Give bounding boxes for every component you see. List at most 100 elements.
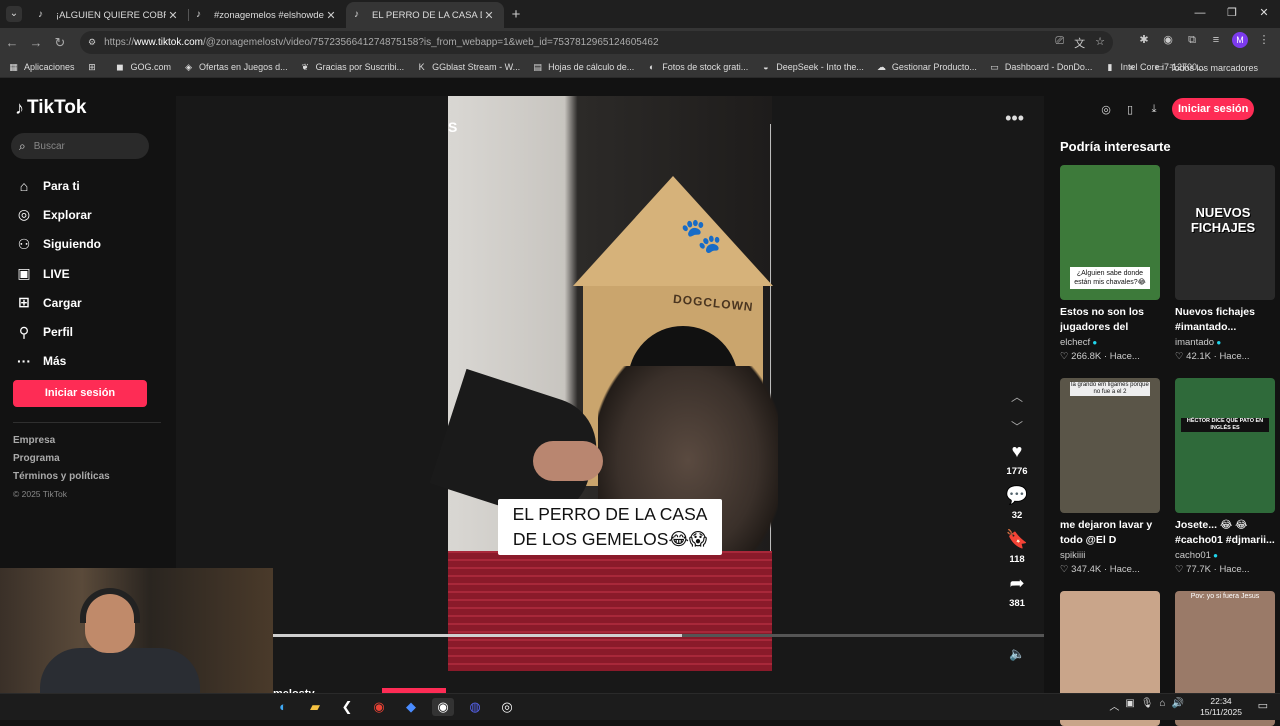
search-input[interactable]: ⌕ Buscar [11,133,149,159]
video-player[interactable]: 🐾 DOGCLOWN S EL PERRO DE LA CASA DE LOS … [176,96,1044,700]
share-action[interactable]: ➦ 381 [1002,573,1032,617]
network-icon[interactable]: ⌂ [1160,698,1166,713]
speaker-icon[interactable]: 🔊 [1172,698,1184,713]
site-info-icon[interactable]: ⚙ [88,37,96,48]
suggestion-author-row[interactable]: elchecf ● [1060,337,1160,348]
restore-icon[interactable]: ❐ [1216,0,1248,26]
tray-app-icon[interactable]: ▣ [1125,698,1134,713]
discord-icon[interactable]: ◍ [464,698,486,716]
bookmark-item[interactable]: ❦ Gracias por Suscribi... [300,62,404,73]
more-bookmarks-icon[interactable]: » [1129,62,1134,73]
taskbar-clock[interactable]: 22:34 15/11/2025 [1200,696,1242,718]
next-video-icon[interactable]: ﹀ [1008,418,1026,435]
browser-menu-icon[interactable]: ⋮ [1256,32,1272,48]
tab-search-button[interactable]: ⌄ [6,6,22,22]
suggestion-card[interactable]: ¿Alguien sabe donde están mis chavales?😂… [1060,165,1160,362]
tiktok-logo[interactable]: ♪ TikTok [15,97,86,119]
install-app-icon[interactable]: ⎚ [1055,35,1064,51]
sidebar-item-explorar[interactable]: ◎ Explorar [15,200,101,229]
address-bar[interactable]: ⚙ https://www.tiktok.com/@zonagemelostv/… [80,31,1113,54]
extension-purple-icon[interactable]: ✱ [1136,32,1152,48]
bookmark-item[interactable]: ▦ Aplicaciones [8,62,74,73]
suggestion-title[interactable]: me dejaron lavar y todo @El D [1060,518,1160,548]
suggestion-author-row[interactable]: imantado ● [1175,337,1275,348]
video-frame[interactable]: 🐾 DOGCLOWN S EL PERRO DE LA CASA DE LOS … [429,96,778,671]
previous-video-icon[interactable]: ︿ [1008,388,1026,418]
footer-link-empresa[interactable]: Empresa [13,435,110,453]
heart-icon[interactable]: ♥ [1002,441,1032,463]
suggestion-title[interactable]: Nuevos fichajes #imantado... [1175,305,1275,335]
volume-icon[interactable]: 🔈 [1009,646,1025,662]
suggestion-thumbnail[interactable]: ¿Alguien sabe donde están mis chavales?😂 [1060,165,1160,300]
reload-icon[interactable]: ↻ [48,35,72,51]
chrome-profile-icon[interactable]: ◉ [432,698,454,716]
edge-icon[interactable]: ◐ [272,698,294,716]
footer-link-programa[interactable]: Programa [13,453,110,471]
bookmark-item[interactable]: ◐ Fotos de stock grati... [646,62,748,73]
bookmark-star-icon[interactable]: ☆ [1095,35,1105,51]
close-tab-icon[interactable]: ✕ [324,9,338,22]
suggestion-title[interactable]: Josete... 😂 😂 #cacho01 #djmarii... [1175,518,1275,548]
download-icon[interactable]: ⤓ [1148,103,1160,116]
media-control-icon[interactable]: ≡ [1208,32,1224,48]
heart-action[interactable]: ♥ 1776 [1002,441,1032,485]
suggestion-card[interactable]: NUEVOS FICHAJES Nuevos fichajes #imantado… [1175,165,1275,362]
comment-action[interactable]: 💬 32 [1002,485,1032,529]
sidebar-item-siguiendo[interactable]: ⚇ Siguiendo [15,230,101,259]
bookmark-action[interactable]: 🔖 118 [1002,529,1032,573]
suggestion-author-row[interactable]: cacho01 ● [1175,550,1275,561]
app-icon[interactable]: ❮ [336,698,358,716]
extensions-puzzle-icon[interactable]: ⧉ [1184,32,1200,48]
header-login-button[interactable]: Iniciar sesión [1172,98,1255,120]
suggestion-title[interactable]: Estos no son los jugadores del Elche... [1060,305,1160,335]
bookmark-item[interactable]: ◼ GOG.com [115,62,171,73]
close-window-icon[interactable]: ✕ [1248,0,1280,26]
microphone-icon[interactable]: 🎙 [1141,698,1154,713]
minimize-icon[interactable]: — [1184,0,1216,26]
extension-red-icon[interactable]: ◉ [1160,32,1176,48]
sidebar-item-más[interactable]: ··· Más [15,347,101,376]
suggestion-card[interactable]: HÉCTOR DICE QUE PATO EN INGLÉS ES Josete.… [1175,378,1275,575]
sidebar-item-live[interactable]: ▣ LIVE [15,259,101,288]
back-icon[interactable]: ← [0,35,24,50]
tray-chevron-icon[interactable]: ︿ [1109,698,1119,713]
suggestion-thumbnail[interactable]: HÉCTOR DICE QUE PATO EN INGLÉS ES [1175,378,1275,513]
profile-avatar[interactable]: M [1232,32,1248,48]
footer-link-terminos[interactable]: Términos y políticas [13,471,110,489]
translate-icon[interactable]: 文 [1074,35,1085,51]
notifications-icon[interactable]: ▭ [1258,699,1268,712]
browser-tab-3[interactable]: ♪ EL PERRO DE LA CASA DE I ✕ [346,2,504,28]
app-blue-icon[interactable]: ◆ [400,698,422,716]
file-explorer-icon[interactable]: ▰ [304,698,326,716]
bookmark-item[interactable]: ▤ Hojas de cálculo de... [532,62,634,73]
forward-icon[interactable]: → [24,35,48,50]
bookmark-item[interactable]: ◒ DeepSeek - Into the... [760,62,864,73]
sidebar-item-cargar[interactable]: ⊞ Cargar [15,288,101,317]
chrome-icon[interactable]: ◉ [368,698,390,716]
sidebar-item-para-ti[interactable]: ⌂ Para ti [15,171,101,200]
suggestion-thumbnail[interactable]: NUEVOS FICHAJES [1175,165,1275,300]
suggestion-author-row[interactable]: spikiiii [1060,550,1160,561]
device-icon[interactable]: ▯ [1124,103,1136,116]
suggestion-thumbnail[interactable]: la grando em ligames porque no fue a el … [1060,378,1160,513]
bookmark-item[interactable]: ◈ Ofertas en Juegos d... [183,62,288,73]
all-bookmarks-folder[interactable]: ▭ Todos los marcadores [1154,62,1258,73]
browser-tab-1[interactable]: ♪ ¡ALGUIEN QUIERE COBRAR? @ ✕ [30,2,189,28]
close-tab-icon[interactable]: ✕ [166,9,180,22]
comment-icon[interactable]: 💬 [1002,485,1032,507]
obs-icon[interactable]: ◎ [496,698,518,716]
sidebar-item-perfil[interactable]: ⚲ Perfil [15,317,101,346]
close-tab-icon[interactable]: ✕ [482,9,496,22]
bookmark-item[interactable]: K GGblast Stream - W... [416,62,521,73]
share-icon[interactable]: ➦ [1002,573,1032,595]
more-options-icon[interactable]: ••• [1005,108,1024,129]
bookmark-item[interactable]: ☁ Gestionar Producto... [876,62,977,73]
video-progress-bar[interactable] [273,634,1044,637]
bookmark-item[interactable]: ⊞ [87,62,103,73]
suggestion-card[interactable]: la grando em ligames porque no fue a el … [1060,378,1160,575]
bookmark-icon[interactable]: 🔖 [1002,529,1032,551]
bookmark-item[interactable]: ▭ Dashboard - DonDo... [989,62,1092,73]
new-tab-button[interactable]: + [504,6,528,23]
browser-tab-2[interactable]: ♪ #zonagemelos #elshowdelosge ✕ [188,2,346,28]
login-button[interactable]: Iniciar sesión [13,380,147,407]
